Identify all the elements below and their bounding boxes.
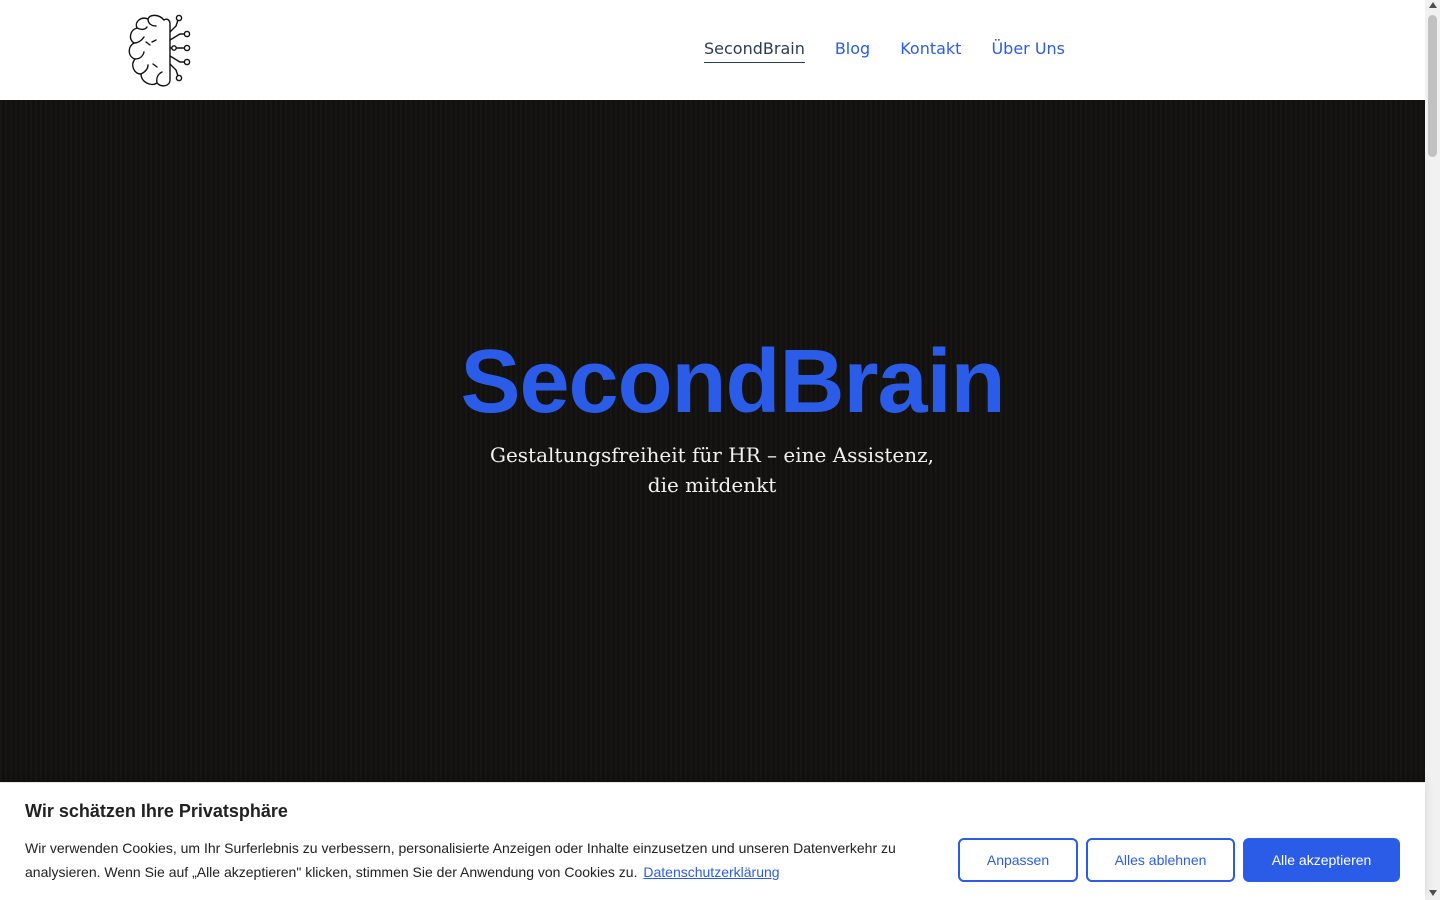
brain-circuit-icon[interactable] xyxy=(126,12,200,90)
cookie-consent-banner: Wir schätzen Ihre Privatsphäre Wir verwe… xyxy=(0,782,1425,900)
accept-all-button[interactable]: Alle akzeptieren xyxy=(1243,838,1400,882)
customize-button[interactable]: Anpassen xyxy=(958,838,1078,882)
page-scrollbar[interactable] xyxy=(1425,0,1440,900)
hero-title: SecondBrain xyxy=(460,332,1005,432)
scrollbar-thumb[interactable] xyxy=(1428,15,1437,157)
nav-item-secondbrain[interactable]: SecondBrain xyxy=(704,38,805,63)
scroll-up-arrow-icon[interactable] xyxy=(1429,2,1437,8)
reject-all-button[interactable]: Alles ablehnen xyxy=(1086,838,1235,882)
nav-item-ueber-uns[interactable]: Über Uns xyxy=(991,38,1065,63)
cookie-banner-title: Wir schätzen Ihre Privatsphäre xyxy=(25,801,288,821)
nav-item-blog[interactable]: Blog xyxy=(835,38,870,63)
cookie-banner-text: Wir verwenden Cookies, um Ihr Surferlebn… xyxy=(25,836,915,884)
privacy-policy-link[interactable]: Datenschutzerklärung xyxy=(643,864,779,880)
hero-subtitle: Gestaltungsfreiheit für HR – eine Assist… xyxy=(489,443,934,497)
site-header: SecondBrain Blog Kontakt Über Uns xyxy=(0,0,1425,100)
scroll-down-arrow-icon[interactable] xyxy=(1429,890,1437,896)
nav-item-kontakt[interactable]: Kontakt xyxy=(900,38,961,63)
main-nav: SecondBrain Blog Kontakt Über Uns xyxy=(704,38,1065,63)
hero-section: SecondBrain Gestaltungsfreiheit für HR –… xyxy=(0,100,1425,900)
